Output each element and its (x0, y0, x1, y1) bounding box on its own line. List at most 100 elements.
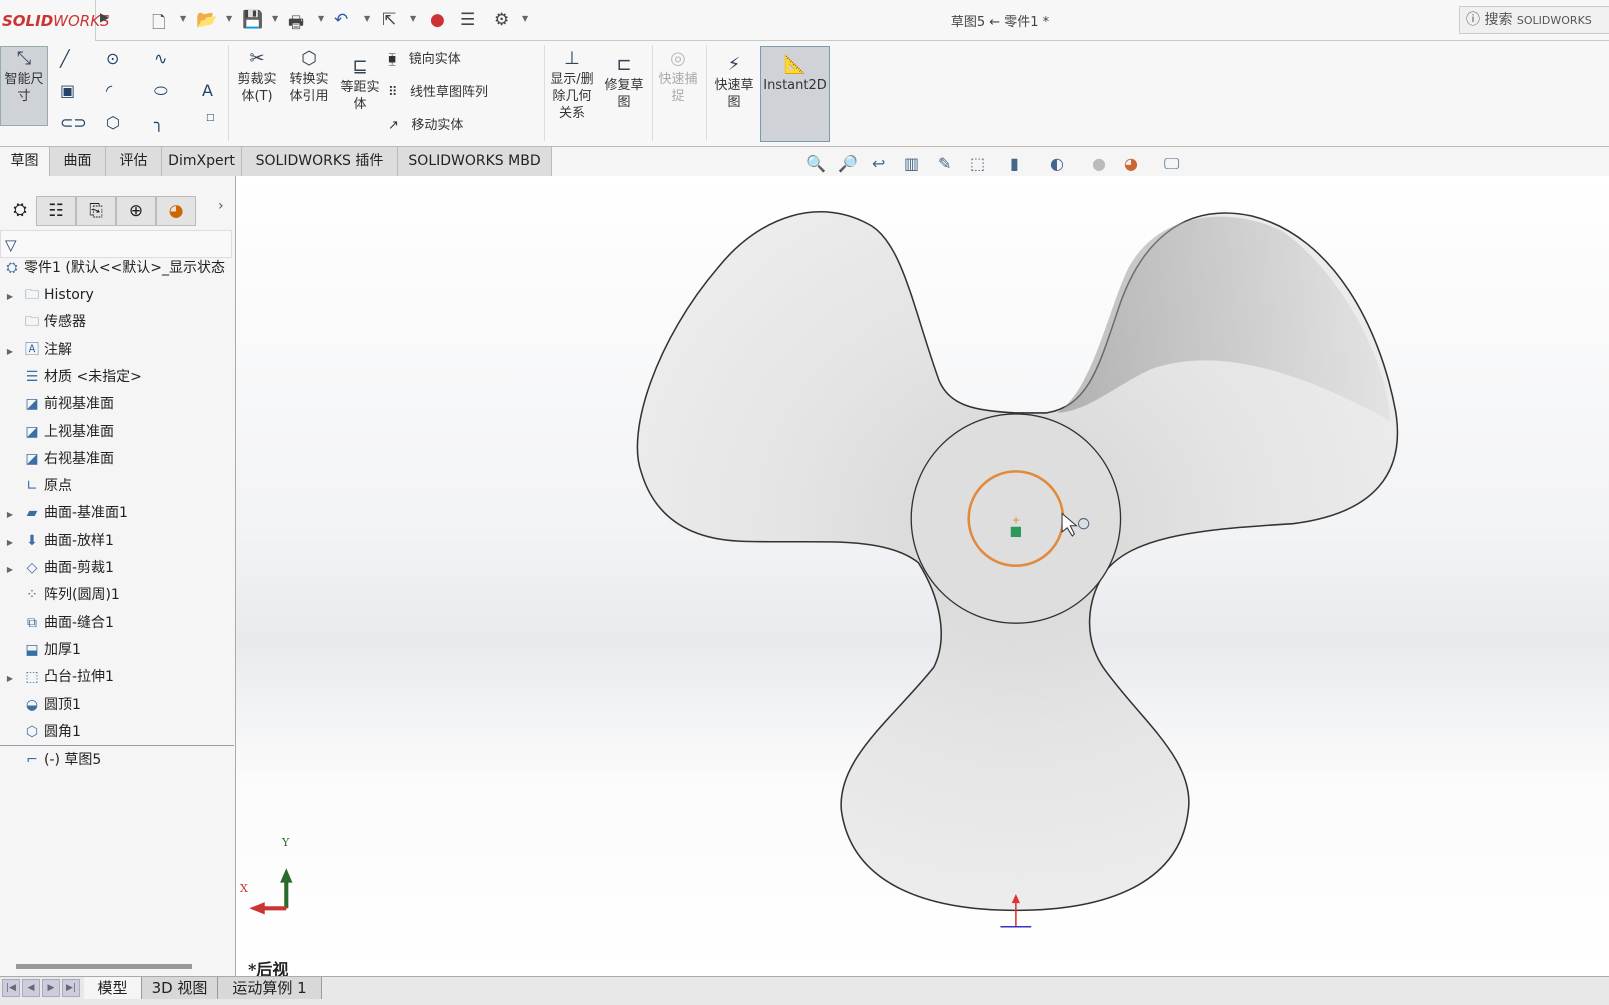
tree-filter-input[interactable]: ▽ (0, 230, 232, 258)
print-icon[interactable]: 🖶 (288, 10, 304, 39)
expand-arrow-icon[interactable]: ▶ (0, 283, 20, 310)
tab-3d-views[interactable]: 3D 视图 (142, 977, 218, 999)
edit-appearance-icon[interactable]: ● (1092, 154, 1106, 173)
rebuild-icon[interactable]: ● (430, 10, 445, 30)
next-tab-icon[interactable]: ▶ (42, 979, 60, 997)
tree-item[interactable]: ▶ ▰ 曲面-基准面1 (0, 500, 128, 527)
linear-pattern-button[interactable]: ⠿ 线性草图阵列 (388, 84, 488, 101)
tree-item[interactable]: ▶ ⬚ 凸台-拉伸1 (0, 664, 114, 691)
tree-item[interactable]: ◪ 上视基准面 (0, 419, 114, 446)
last-tab-icon[interactable]: ▶| (62, 979, 80, 997)
tree-item[interactable]: ◪ 前视基准面 (0, 391, 114, 418)
tab-motion-study[interactable]: 运动算例 1 (218, 977, 322, 999)
tab-surfaces[interactable]: 曲面 (50, 147, 106, 176)
view-orientation-icon[interactable]: ⬚ (970, 154, 985, 173)
save-icon[interactable]: 💾 (242, 10, 263, 30)
tree-item[interactable]: ⬡ 圆角1 (0, 719, 81, 746)
tree-item[interactable]: ∟ 原点 (0, 473, 72, 500)
feature-manager-tab[interactable]: ⛭ (0, 196, 40, 226)
graphics-area[interactable]: + Y X *后视 (236, 176, 1609, 979)
tab-evaluate[interactable]: 评估 (106, 147, 162, 176)
rapid-sketch-button[interactable]: ⚡ 快速草图 (710, 53, 758, 111)
fillet-icon[interactable]: ╮ (154, 113, 164, 132)
help-icon[interactable]: ⓘ (1466, 12, 1480, 28)
smart-dimension-button[interactable]: ⤡ 智能尺寸 (0, 46, 48, 126)
convert-entities-button[interactable]: ⬡ 转换实体引用 (284, 47, 334, 105)
view-settings-icon[interactable]: 🖵 (1164, 154, 1179, 174)
instant2d-button[interactable]: 📐 Instant2D (760, 46, 830, 142)
zoom-to-area-icon[interactable]: 🔎 (838, 154, 858, 173)
solidworks-logo[interactable]: SOLIDWORKS (0, 0, 110, 42)
display-manager-tab[interactable]: ◕ (156, 196, 196, 226)
spline-icon[interactable]: ∿ (154, 49, 167, 68)
polygon-icon[interactable]: ⬡ (106, 113, 120, 132)
prev-tab-icon[interactable]: ◀ (22, 979, 40, 997)
slot-icon[interactable]: ⊂⊃ (60, 113, 87, 132)
undo-icon[interactable]: ↶ (334, 10, 348, 30)
circle-icon[interactable]: ⊙ (106, 49, 119, 68)
dynamic-annotation-icon[interactable]: ✎ (938, 154, 951, 173)
first-tab-icon[interactable]: |◀ (2, 979, 20, 997)
expand-arrow-icon[interactable]: ▶ (0, 338, 20, 365)
arc-icon[interactable]: ◜ (106, 81, 112, 100)
chevron-down-icon[interactable]: ▼ (522, 14, 528, 23)
tree-item[interactable]: ☰ 材质 <未指定> (0, 364, 142, 391)
tree-root-part[interactable]: ⛭ 零件1 (默认<<默认>_显示状态 (0, 255, 225, 282)
chevron-down-icon[interactable]: ▼ (364, 14, 370, 23)
chevron-down-icon[interactable]: ▼ (318, 14, 324, 23)
options-icon[interactable]: ⚙ (494, 10, 509, 30)
tab-mbd[interactable]: SOLIDWORKS MBD (398, 147, 552, 176)
tree-item[interactable]: ▶ ◇ 曲面-剪裁1 (0, 555, 114, 582)
chevron-down-icon[interactable]: ▼ (226, 14, 232, 23)
search-input[interactable]: ⓘ 搜索 SOLIDWORKS (1459, 6, 1609, 34)
expand-arrow-icon[interactable]: ▶ (0, 665, 20, 692)
tree-item[interactable]: ⬓ 加厚1 (0, 637, 81, 664)
new-icon[interactable]: 🗋 (152, 10, 166, 39)
text-icon[interactable]: A (202, 81, 213, 100)
mirror-button[interactable]: ⧯ 镜向实体 (388, 51, 461, 68)
tab-model[interactable]: 模型 (84, 977, 142, 999)
configuration-manager-tab[interactable]: ⎘ (76, 196, 116, 226)
offset-button[interactable]: ⊑ 等距实体 (336, 55, 384, 113)
zoom-to-fit-icon[interactable]: 🔍 (806, 154, 826, 173)
dimxpert-manager-tab[interactable]: ⊕ (116, 196, 156, 226)
horizontal-scrollbar[interactable] (16, 964, 192, 969)
trim-button[interactable]: ✂ 剪裁实体(T) (232, 47, 282, 105)
property-manager-tab[interactable]: ☷ (36, 196, 76, 226)
chevron-down-icon[interactable]: ▼ (272, 14, 278, 23)
rectangle-icon[interactable]: ▣ (60, 81, 75, 100)
tree-item[interactable]: ◒ 圆顶1 (0, 692, 81, 719)
line-icon[interactable]: ╱ (60, 49, 70, 68)
tree-item[interactable]: ▶ 🄰 注解 (0, 337, 72, 364)
repair-sketch-button[interactable]: ⊏ 修复草图 (600, 53, 648, 111)
hide-show-icon[interactable]: ◐ (1050, 154, 1064, 173)
scene-icon[interactable]: ◕ (1124, 154, 1138, 173)
section-view-icon[interactable]: ▥ (904, 154, 919, 173)
tab-sketch[interactable]: 草图 (0, 147, 50, 176)
expand-arrow-icon[interactable]: ▶ (0, 556, 20, 583)
chevron-down-icon[interactable]: ▼ (180, 14, 186, 23)
open-icon[interactable]: 📂 (196, 10, 217, 30)
tab-dimxpert[interactable]: DimXpert (162, 147, 242, 176)
display-style-icon[interactable]: ▮ (1010, 154, 1019, 173)
previous-view-icon[interactable]: ↩ (872, 154, 885, 173)
tree-item[interactable]: ▶ 🗀 History (0, 282, 94, 309)
tab-addins[interactable]: SOLIDWORKS 插件 (242, 147, 398, 176)
tree-item[interactable]: ◪ 右视基准面 (0, 446, 114, 473)
tree-item[interactable]: ⁘ 阵列(圆周)1 (0, 582, 120, 609)
point-icon[interactable]: □ (206, 113, 215, 123)
tree-item-sketch5[interactable]: ⌐ (-) 草图5 (0, 747, 101, 774)
tree-item[interactable]: ⧉ 曲面-缝合1 (0, 610, 114, 637)
chevron-down-icon[interactable]: ▼ (410, 14, 416, 23)
expand-menu-icon[interactable]: ▶ (100, 10, 109, 24)
quick-snaps-button[interactable]: ◎ 快速捕捉 (656, 47, 700, 105)
file-properties-icon[interactable]: ☰ (460, 10, 475, 30)
expand-arrow-icon[interactable]: ▶ (0, 529, 20, 556)
ellipse-icon[interactable]: ⬭ (154, 81, 168, 101)
chevron-right-icon[interactable]: › (218, 198, 224, 214)
move-entities-button[interactable]: ↗ 移动实体 (388, 117, 463, 134)
tree-item[interactable]: ▶ ⬇ 曲面-放样1 (0, 528, 114, 555)
expand-arrow-icon[interactable]: ▶ (0, 501, 20, 528)
tree-item[interactable]: 🗀 传感器 (0, 309, 86, 336)
display-delete-relations-button[interactable]: ⊥ 显示/删除几何关系 (548, 47, 596, 122)
